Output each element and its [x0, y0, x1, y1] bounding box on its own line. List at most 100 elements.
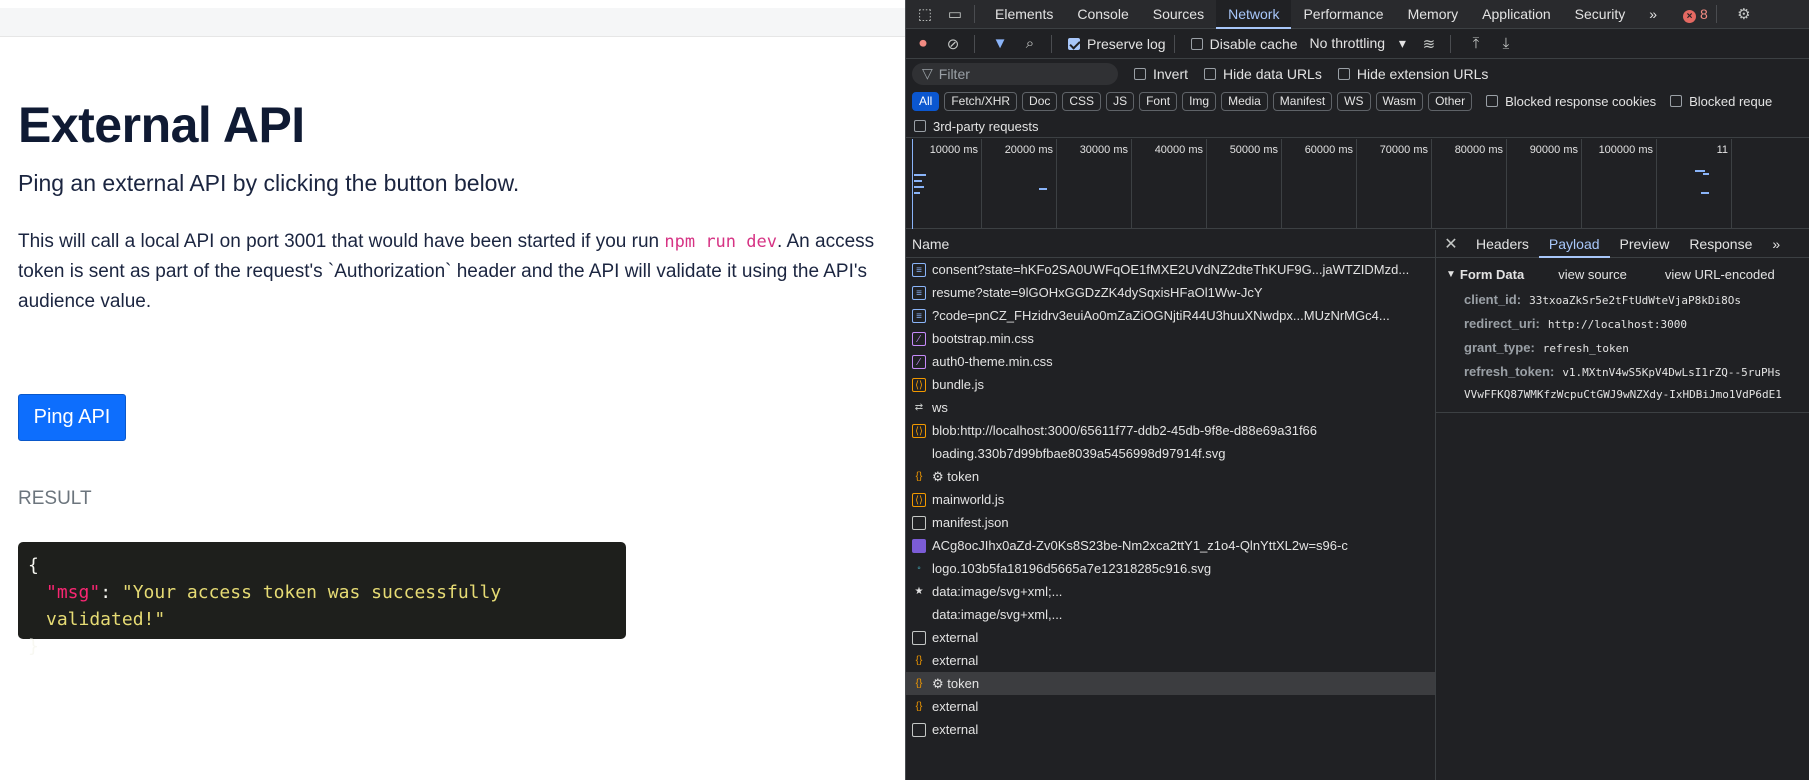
tab-application[interactable]: Application [1470, 0, 1563, 29]
invert-label: Invert [1153, 65, 1189, 82]
request-row[interactable]: loading.330b7d99bfbae8039a5456998d97914f… [906, 442, 1435, 465]
tab-sources[interactable]: Sources [1141, 0, 1216, 29]
name-column-header[interactable]: Name [906, 230, 1435, 258]
devtools-tabs: Elements Console Sources Network Performance… [983, 0, 1637, 29]
detail-tab-response[interactable]: Response [1679, 230, 1762, 258]
request-name: ⚙ token [932, 676, 980, 691]
form-data-title[interactable]: Form Data [1460, 267, 1524, 282]
form-field: client_id: 33txoaZkSr5e2tFtUdWteVjaP8kDi8… [1446, 292, 1800, 308]
description-text: This will call a local API on port 3001 … [18, 231, 665, 252]
import-har-icon[interactable]: ⤒ [1463, 31, 1489, 57]
stop-recording-icon[interactable]: ⏺ [910, 31, 936, 57]
detail-tab-payload[interactable]: Payload [1538, 230, 1610, 258]
timeline-request-bar [914, 174, 926, 176]
export-har-icon[interactable]: ⤓ [1493, 31, 1519, 57]
type-filter-font[interactable]: Font [1139, 91, 1178, 111]
view-source-link[interactable]: view source [1558, 267, 1627, 282]
clear-icon[interactable]: ⊘ [940, 31, 966, 57]
app-page: External API Ping an external API by cli… [0, 0, 905, 780]
hide-extension-urls-label: Hide extension URLs [1356, 65, 1489, 82]
triangle-down-icon[interactable]: ▼ [1446, 269, 1456, 280]
type-filter-all[interactable]: All [912, 91, 940, 111]
tab-elements[interactable]: Elements [983, 0, 1065, 29]
request-row[interactable]: external [906, 626, 1435, 649]
network-conditions-icon[interactable]: ≋ [1416, 31, 1442, 57]
tab-performance[interactable]: Performance [1291, 0, 1395, 29]
hide-extension-urls-checkbox[interactable]: Hide extension URLs [1337, 65, 1489, 82]
type-filter-ws[interactable]: WS [1337, 91, 1371, 111]
divider [1051, 34, 1052, 53]
request-name: auth0-theme.min.css [932, 354, 1053, 369]
gear-icon[interactable]: ⚙ [1733, 3, 1755, 25]
timeline-tick-label: 60000 ms [1304, 144, 1353, 156]
ping-api-button[interactable]: Ping API [18, 394, 126, 441]
checkbox-icon [1670, 95, 1683, 107]
type-filter-manifest[interactable]: Manifest [1272, 91, 1333, 111]
invert-checkbox[interactable]: Invert [1134, 66, 1188, 82]
type-filter-fetch-xhr[interactable]: Fetch/XHR [944, 91, 1018, 111]
search-icon[interactable]: ⌕ [1017, 31, 1043, 57]
close-icon[interactable]: ✕ [1436, 234, 1466, 254]
network-timeline-overview[interactable]: 10000 ms 20000 ms 30000 ms 40000 ms 50000 ms… [906, 139, 1809, 229]
blank-icon [912, 447, 926, 461]
type-filter-img[interactable]: Img [1182, 91, 1217, 111]
tab-network[interactable]: Network [1216, 0, 1292, 29]
svg-icon: ◦ [917, 562, 921, 574]
type-filter-other[interactable]: Other [1428, 91, 1473, 111]
request-row[interactable]: ≡ consent?state=hKFo2SA0UWFqOE1fMXE2UVdNZ… [906, 258, 1435, 281]
request-row[interactable]: manifest.json [906, 511, 1435, 534]
type-filter-doc[interactable]: Doc [1022, 91, 1058, 111]
view-url-encoded-link[interactable]: view URL-encoded [1665, 267, 1775, 282]
disable-cache-checkbox[interactable]: Disable cache [1190, 36, 1298, 52]
divider [1436, 412, 1809, 413]
request-row[interactable]: data:image/svg+xml,... [906, 603, 1435, 626]
blank-icon [912, 608, 926, 622]
detail-tab-headers[interactable]: Headers [1466, 230, 1539, 258]
filter-row: ▽ Filter Invert Hide data URLs Hide exten… [906, 60, 1809, 87]
device-toolbar-icon[interactable]: ▭ [944, 3, 966, 25]
request-row[interactable]: {} ⚙ token [906, 672, 1435, 695]
tab-security[interactable]: Security [1563, 0, 1638, 29]
filter-input[interactable]: ▽ Filter [912, 62, 1118, 85]
preserve-log-checkbox[interactable]: Preserve log [1068, 36, 1166, 52]
checkbox-icon [1134, 67, 1146, 80]
type-filter-css[interactable]: CSS [1062, 91, 1102, 111]
more-detail-tabs-icon[interactable]: » [1762, 230, 1790, 258]
third-party-checkbox[interactable]: 3rd-party requests [914, 119, 1039, 134]
hide-data-urls-checkbox[interactable]: Hide data URLs [1204, 66, 1322, 82]
request-row[interactable]: {} ⚙ token [906, 465, 1435, 488]
blocked-cookies-checkbox[interactable]: Blocked response cookies [1486, 94, 1656, 109]
filter-icon[interactable]: ▼ [987, 31, 1013, 57]
error-count-badge[interactable]: × 8 [1683, 6, 1708, 23]
request-row[interactable]: ★ data:image/svg+xml;... [906, 580, 1435, 603]
timeline-tick-label: 30000 ms [1079, 144, 1128, 156]
request-row[interactable]: ◦ logo.103b5fa18196d5665a7e12318285c916.s… [906, 557, 1435, 580]
inspect-element-icon[interactable]: ⬚ [914, 3, 936, 25]
request-row[interactable]: ⟨⟩ blob:http://localhost:3000/65611f77-dd… [906, 419, 1435, 442]
tab-console[interactable]: Console [1065, 0, 1140, 29]
request-row[interactable]: external [906, 718, 1435, 741]
request-row[interactable]: {} external [906, 695, 1435, 718]
divider [1715, 5, 1717, 23]
type-filter-wasm[interactable]: Wasm [1375, 91, 1424, 111]
request-row[interactable]: ⟨⟩ mainworld.js [906, 488, 1435, 511]
throttling-select[interactable]: No throttling ▾ [1310, 35, 1406, 52]
form-field-value: v1.MXtnV4wS5KpV4DwLsI1rZQ--5ruPHs [1562, 366, 1781, 379]
request-row[interactable]: ⟨⟩ bundle.js [906, 373, 1435, 396]
request-name: external [932, 699, 979, 714]
type-filter-media[interactable]: Media [1221, 91, 1268, 111]
request-row[interactable]: ≡ resume?state=9lGOHxGGDzZK4dySqxisHFaOl1… [906, 281, 1435, 304]
more-tabs-icon[interactable]: » [1637, 0, 1669, 29]
blocked-requests-checkbox[interactable]: Blocked reque [1670, 94, 1772, 109]
request-row[interactable]: ACg8ocJIhx0aZd-Zv0Ks8S23be-Nm2xca2ttY1_z… [906, 534, 1435, 557]
devtools-panel: ⬚ ▭ Elements Console Sources Network Perform… [905, 0, 1809, 780]
request-row[interactable]: ≡ ?code=pnCZ_FHzidrv3euiAo0mZaZiOGNjtiR44… [906, 304, 1435, 327]
detail-tab-preview[interactable]: Preview [1610, 230, 1680, 258]
request-row[interactable]: ∕ auth0-theme.min.css [906, 350, 1435, 373]
tab-memory[interactable]: Memory [1396, 0, 1471, 29]
type-filter-js[interactable]: JS [1106, 91, 1135, 111]
request-row[interactable]: ⇄ ws [906, 396, 1435, 419]
request-row[interactable]: {} external [906, 649, 1435, 672]
request-row[interactable]: ∕ bootstrap.min.css [906, 327, 1435, 350]
form-field: grant_type: refresh_token [1446, 340, 1800, 356]
